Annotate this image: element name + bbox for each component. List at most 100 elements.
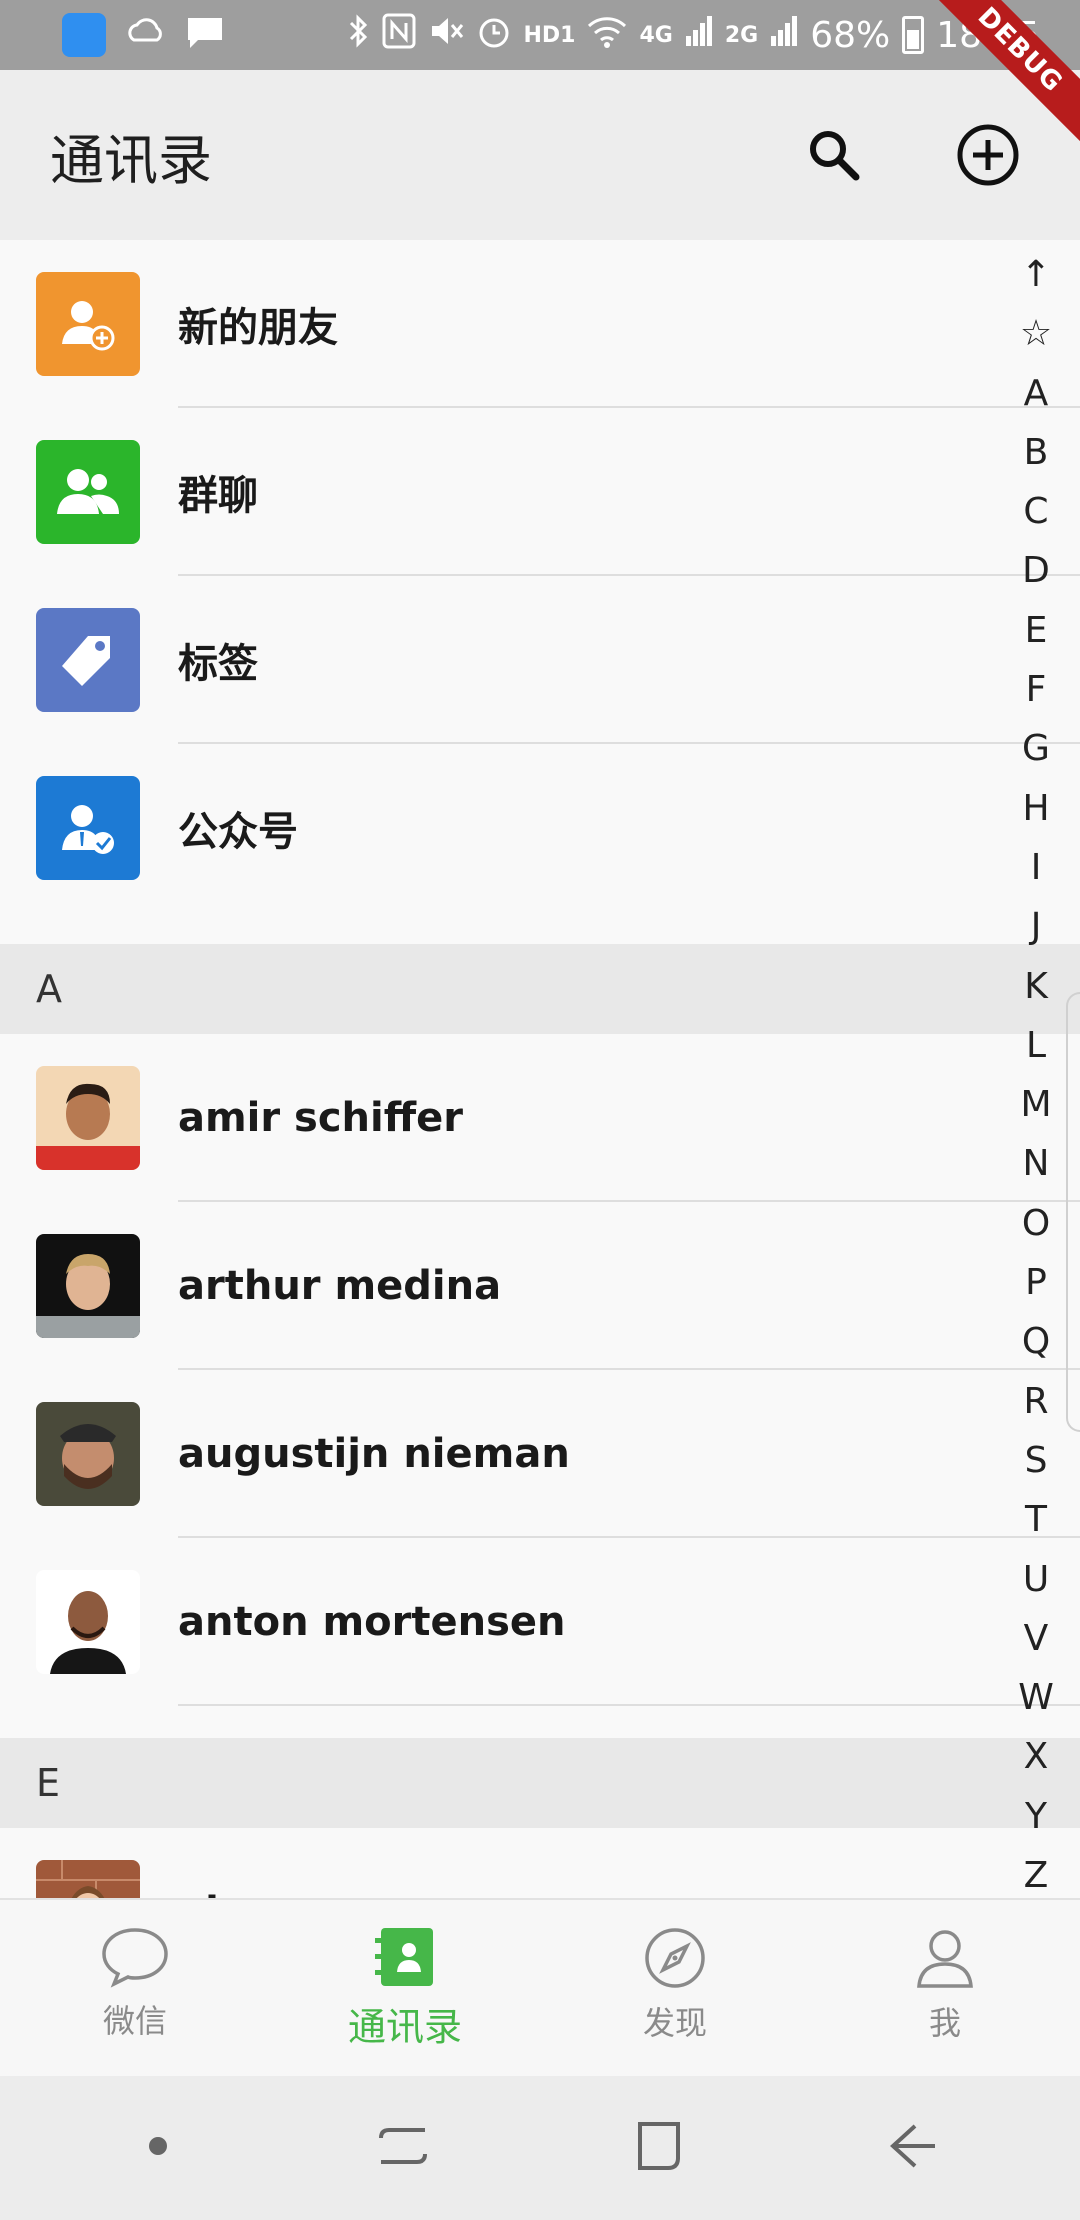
feature-label: 公众号 bbox=[178, 809, 298, 855]
index-letter[interactable]: L bbox=[1026, 1016, 1046, 1075]
index-letter[interactable]: O bbox=[1022, 1194, 1050, 1253]
compass-icon bbox=[645, 1928, 705, 1988]
battery-percent: 68% bbox=[810, 14, 891, 56]
index-letter[interactable]: ↑ bbox=[1021, 245, 1051, 304]
tab-chats[interactable]: 微信 bbox=[0, 1900, 270, 2076]
section-header-a: A bbox=[0, 944, 1080, 1034]
index-letter[interactable]: I bbox=[1031, 838, 1042, 897]
recent-apps-button[interactable] bbox=[373, 2116, 433, 2180]
index-letter[interactable]: Z bbox=[1024, 1846, 1049, 1905]
chat-bubble-icon bbox=[102, 1928, 168, 1988]
index-letter[interactable]: E bbox=[1025, 601, 1048, 660]
bluetooth-icon bbox=[348, 13, 370, 58]
alphabet-index-bar[interactable]: ↑ ☆ A B C D E F G H I J K L M N O P Q R S T U V W X Y Z bbox=[1008, 245, 1064, 1905]
index-letter[interactable]: F bbox=[1026, 660, 1047, 719]
nfc-icon bbox=[382, 13, 416, 58]
avatar bbox=[36, 1402, 140, 1506]
tab-label: 我 bbox=[928, 2004, 961, 2042]
alarm-icon bbox=[476, 13, 512, 58]
back-button[interactable] bbox=[883, 2116, 943, 2180]
contact-name: elena mora bbox=[178, 1889, 431, 1898]
contact-row[interactable]: amir schiffer bbox=[0, 1034, 1080, 1202]
contacts-list[interactable]: 新的朋友 群聊 标签 公众号 A amir schiffer arthur me… bbox=[0, 240, 1080, 1898]
index-letter[interactable]: P bbox=[1025, 1253, 1047, 1312]
spacer bbox=[0, 912, 1080, 944]
add-friend-icon bbox=[36, 272, 140, 376]
index-letter[interactable]: W bbox=[1018, 1668, 1054, 1727]
add-button[interactable] bbox=[946, 113, 1030, 197]
nav-dot-button[interactable] bbox=[138, 2126, 178, 2170]
home-button[interactable] bbox=[628, 2116, 688, 2180]
tag-icon bbox=[36, 608, 140, 712]
feature-label: 标签 bbox=[178, 641, 258, 687]
search-button[interactable] bbox=[792, 113, 876, 197]
message-icon bbox=[186, 16, 224, 54]
avatar bbox=[36, 1234, 140, 1338]
index-letter[interactable]: D bbox=[1022, 541, 1050, 600]
tab-discover[interactable]: 发现 bbox=[540, 1900, 810, 2076]
back-arrow-icon bbox=[889, 2124, 935, 2168]
avatar bbox=[36, 1066, 140, 1170]
index-letter[interactable]: T bbox=[1025, 1490, 1047, 1549]
feature-label: 新的朋友 bbox=[178, 305, 338, 351]
index-letter[interactable]: H bbox=[1022, 779, 1049, 838]
contact-row[interactable]: arthur medina bbox=[0, 1202, 1080, 1370]
tags-row[interactable]: 标签 bbox=[0, 576, 1080, 744]
recent-apps-icon bbox=[378, 2128, 427, 2164]
index-letter[interactable]: K bbox=[1024, 957, 1048, 1016]
home-square-icon bbox=[637, 2122, 680, 2170]
index-letter[interactable]: Y bbox=[1025, 1787, 1047, 1846]
avatar bbox=[36, 1860, 140, 1898]
index-letter[interactable]: J bbox=[1031, 897, 1042, 956]
contact-name: anton mortensen bbox=[178, 1599, 566, 1645]
app-notification-icon bbox=[62, 13, 106, 57]
person-icon bbox=[917, 1930, 973, 1988]
index-letter[interactable]: A bbox=[1024, 364, 1049, 423]
index-letter[interactable]: B bbox=[1024, 423, 1049, 482]
index-letter[interactable]: S bbox=[1025, 1431, 1048, 1490]
network-2g-label: 2G bbox=[724, 22, 759, 48]
tab-label: 微信 bbox=[102, 2002, 167, 2040]
section-header-e: E bbox=[0, 1738, 1080, 1828]
add-circle-icon bbox=[957, 124, 1019, 186]
index-letter[interactable]: G bbox=[1022, 719, 1050, 778]
index-letter[interactable]: U bbox=[1023, 1550, 1049, 1609]
index-letter[interactable]: Q bbox=[1022, 1312, 1050, 1371]
new-friends-row[interactable]: 新的朋友 bbox=[0, 240, 1080, 408]
bottom-tab-bar: 微信 通讯录 发现 我 bbox=[0, 1898, 1080, 2076]
index-letter[interactable]: X bbox=[1024, 1727, 1049, 1786]
feature-label: 群聊 bbox=[178, 473, 258, 519]
tab-contacts[interactable]: 通讯录 bbox=[270, 1900, 540, 2076]
contact-name: augustijn nieman bbox=[178, 1431, 570, 1477]
contact-row[interactable]: anton mortensen bbox=[0, 1538, 1080, 1706]
contact-row[interactable]: elena mora bbox=[0, 1828, 1080, 1898]
contact-row[interactable]: augustijn nieman bbox=[0, 1370, 1080, 1538]
network-4g-label: 4G bbox=[639, 22, 673, 48]
contact-name: amir schiffer bbox=[178, 1095, 463, 1141]
contacts-book-icon bbox=[375, 1928, 433, 1986]
index-letter[interactable]: C bbox=[1023, 482, 1048, 541]
group-chats-row[interactable]: 群聊 bbox=[0, 408, 1080, 576]
index-letter[interactable]: R bbox=[1023, 1372, 1048, 1431]
index-letter[interactable]: M bbox=[1020, 1075, 1051, 1134]
group-chat-icon bbox=[36, 440, 140, 544]
battery-icon bbox=[902, 16, 925, 54]
signal-2g-icon bbox=[770, 14, 798, 57]
page-title: 通讯录 bbox=[50, 128, 212, 192]
hd-indicator: HD1 bbox=[523, 22, 576, 48]
wifi-icon bbox=[587, 14, 627, 57]
system-nav-bar bbox=[0, 2076, 1080, 2220]
contact-name: arthur medina bbox=[178, 1263, 502, 1309]
tab-me[interactable]: 我 bbox=[810, 1900, 1080, 2076]
tab-label: 发现 bbox=[642, 2004, 707, 2042]
official-accounts-row[interactable]: 公众号 bbox=[0, 744, 1080, 912]
signal-icon bbox=[685, 14, 713, 57]
search-icon bbox=[810, 131, 860, 181]
index-letter[interactable]: V bbox=[1024, 1609, 1049, 1668]
dot-icon bbox=[148, 2137, 167, 2155]
edge-panel-handle[interactable] bbox=[1066, 992, 1080, 1432]
index-letter[interactable]: ☆ bbox=[1020, 304, 1052, 363]
index-letter[interactable]: N bbox=[1023, 1134, 1050, 1193]
app-header: 通讯录 bbox=[0, 70, 1080, 240]
avatar bbox=[36, 1570, 140, 1674]
